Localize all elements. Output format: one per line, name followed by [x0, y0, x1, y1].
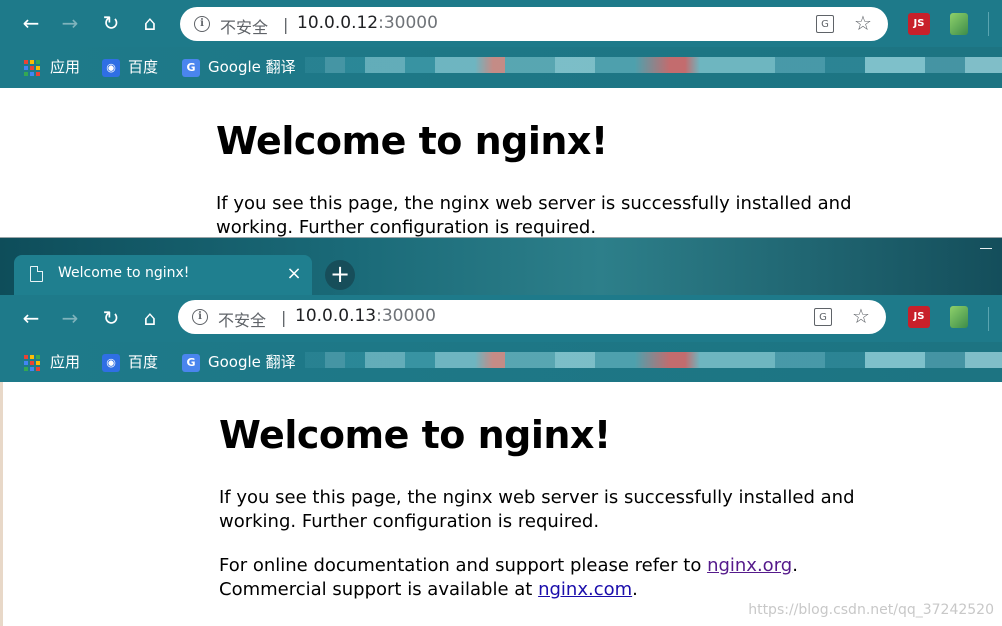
- page-content: Welcome to nginx! If you see this page, …: [0, 88, 1002, 238]
- bookmark-baidu[interactable]: ◉ 百度: [102, 55, 158, 79]
- bookmarks-bar: 应用 ◉ 百度 G Google 翻译: [0, 47, 1002, 88]
- browser-window-1: ← → ↻ ⌂ i 不安全 | 10.0.0.12:30000 G ☆ JS 应…: [0, 0, 1002, 238]
- toolbar: ← → ↻ ⌂ i 不安全 | 10.0.0.13:30000 G ☆ JS: [0, 295, 1002, 342]
- new-tab-button[interactable]: +: [325, 260, 355, 290]
- bookmark-label: 百度: [128, 58, 159, 76]
- nginx-org-link[interactable]: nginx.org: [707, 555, 792, 576]
- security-label[interactable]: 不安全: [218, 307, 266, 331]
- bookmark-label: 百度: [128, 353, 159, 371]
- extension-icon[interactable]: [950, 13, 968, 35]
- omnibox-divider: |: [281, 308, 287, 327]
- js-extension-icon[interactable]: JS: [908, 13, 930, 35]
- browser-window-2: Welcome to nginx! × + ← → ↻ ⌂ i 不安全 | 10…: [0, 238, 1002, 626]
- google-translate-icon: G: [182, 58, 200, 77]
- js-extension-icon[interactable]: JS: [908, 306, 930, 328]
- bookmark-label: Google 翻译: [208, 353, 296, 371]
- baidu-paw-icon: ◉: [102, 58, 120, 77]
- bookmark-label: 应用: [50, 58, 81, 76]
- tab-strip: Welcome to nginx! × +: [0, 238, 1002, 295]
- apps-grid-icon: [24, 354, 40, 371]
- bookmarks-bar: 应用 ◉ 百度 G Google 翻译: [0, 342, 1002, 382]
- bookmark-baidu[interactable]: ◉ 百度: [102, 350, 158, 374]
- support-text-end: .: [792, 555, 798, 576]
- baidu-paw-icon: ◉: [102, 353, 120, 372]
- extension-icon[interactable]: [950, 306, 968, 328]
- minimize-icon[interactable]: [980, 248, 992, 249]
- intro-paragraph: If you see this page, the nginx web serv…: [216, 193, 852, 238]
- omnibox-divider: |: [283, 15, 289, 34]
- commercial-text: Commercial support is available at: [219, 579, 539, 600]
- apps-grid-icon: [24, 59, 40, 76]
- nginx-welcome: Welcome to nginx! If you see this page, …: [219, 412, 859, 602]
- close-tab-icon[interactable]: ×: [284, 261, 304, 287]
- support-paragraph: For online documentation and support ple…: [219, 554, 859, 602]
- url-host: 10.0.0.13: [295, 306, 377, 326]
- bookmark-apps[interactable]: 应用: [24, 350, 80, 374]
- reload-icon[interactable]: ↻: [94, 0, 128, 47]
- info-icon[interactable]: i: [192, 309, 208, 325]
- bookmark-star-icon[interactable]: ☆: [852, 304, 870, 328]
- toolbar-separator: [988, 12, 989, 36]
- watermark: https://blog.csdn.net/qq_37242520: [748, 602, 994, 618]
- bookmark-google-translate[interactable]: G Google 翻译: [182, 350, 296, 374]
- info-icon[interactable]: i: [194, 16, 210, 32]
- tab-title: Welcome to nginx!: [58, 265, 190, 281]
- bookmark-label: 应用: [50, 353, 81, 371]
- url-text[interactable]: 10.0.0.12:30000: [297, 13, 438, 33]
- google-translate-icon: G: [182, 353, 200, 372]
- forward-arrow-icon[interactable]: →: [53, 295, 87, 342]
- toolbar: ← → ↻ ⌂ i 不安全 | 10.0.0.12:30000 G ☆ JS: [0, 0, 1002, 47]
- toolbar-separator: [988, 307, 989, 331]
- back-arrow-icon[interactable]: ←: [14, 295, 48, 342]
- translate-icon[interactable]: G: [816, 15, 834, 33]
- home-icon[interactable]: ⌂: [133, 0, 167, 47]
- url-port: :30000: [376, 306, 436, 326]
- tab-welcome-nginx[interactable]: Welcome to nginx! ×: [14, 255, 312, 295]
- home-icon[interactable]: ⌂: [133, 295, 167, 342]
- security-label[interactable]: 不安全: [220, 14, 268, 38]
- commercial-text-end: .: [632, 579, 638, 600]
- intro-paragraph: If you see this page, the nginx web serv…: [219, 487, 855, 532]
- back-arrow-icon[interactable]: ←: [14, 0, 48, 47]
- nginx-welcome: Welcome to nginx! If you see this page, …: [216, 118, 856, 238]
- bookmark-label: Google 翻译: [208, 58, 296, 76]
- page-icon: [30, 266, 43, 282]
- address-bar[interactable]: i 不安全 | 10.0.0.13:30000 G ☆: [178, 300, 886, 334]
- support-text: For online documentation and support ple…: [219, 555, 708, 576]
- reload-icon[interactable]: ↻: [94, 295, 128, 342]
- page-content: Welcome to nginx! If you see this page, …: [0, 382, 1002, 626]
- translate-icon[interactable]: G: [814, 308, 832, 326]
- page-heading: Welcome to nginx!: [216, 119, 608, 163]
- url-text[interactable]: 10.0.0.13:30000: [295, 306, 436, 326]
- bookmark-star-icon[interactable]: ☆: [854, 11, 872, 35]
- bookmark-google-translate[interactable]: G Google 翻译: [182, 55, 296, 79]
- blurred-bookmarks: [305, 57, 1002, 73]
- address-bar[interactable]: i 不安全 | 10.0.0.12:30000 G ☆: [180, 7, 888, 41]
- forward-arrow-icon[interactable]: →: [53, 0, 87, 47]
- url-host: 10.0.0.12: [297, 13, 379, 33]
- blurred-bookmarks: [305, 352, 1002, 368]
- page-heading: Welcome to nginx!: [219, 413, 611, 457]
- bookmark-apps[interactable]: 应用: [24, 55, 80, 79]
- nginx-com-link[interactable]: nginx.com: [538, 579, 632, 600]
- url-port: :30000: [378, 13, 438, 33]
